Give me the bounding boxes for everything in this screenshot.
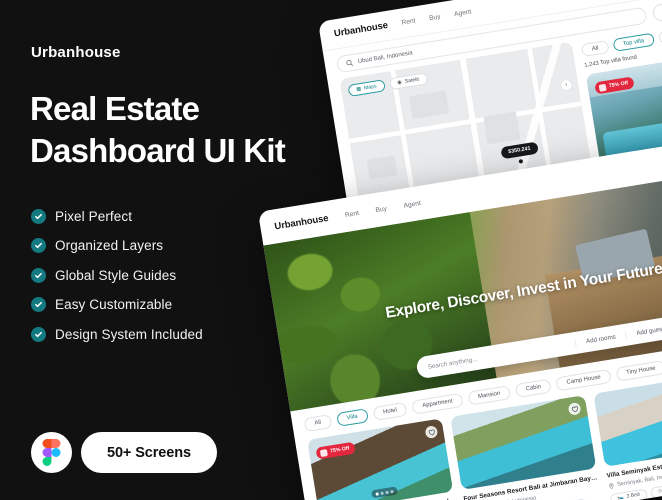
feature-label: Design System Included [55, 326, 203, 342]
feature-item: Organized Layers [31, 238, 203, 254]
figma-logo-button[interactable] [31, 432, 72, 473]
brand-logo: Urbanhouse [333, 19, 389, 40]
feature-label: Pixel Perfect [55, 209, 133, 224]
mockup-home-screen: Urbanhouse Rent Buy Agent Explore, Disco… [258, 139, 662, 500]
category-appartment[interactable]: Appartment [411, 392, 464, 415]
feature-item: Easy Customizable [31, 297, 203, 313]
guest-icon: ☺ [657, 487, 662, 495]
hero-add-guests[interactable]: Add guests [624, 323, 662, 339]
spec-beds: 🛌 3 Bed [609, 488, 648, 500]
headline-line-1: Real Estate [30, 90, 200, 127]
favorite-heart-icon[interactable] [424, 425, 439, 439]
result-tab-all[interactable]: All [580, 40, 610, 58]
photo-carousel-dots[interactable] [371, 486, 398, 499]
feature-label: Easy Customizable [55, 297, 173, 313]
feature-item: Pixel Perfect [31, 209, 203, 224]
hero-add-rooms[interactable]: Add rooms [574, 331, 627, 347]
nav-link-rent[interactable]: Rent [344, 209, 359, 218]
category-cabin[interactable]: Cabin [514, 378, 553, 398]
page-title: Real Estate Dashboard UI Kit [30, 88, 310, 172]
location-search-value: Ubud Bali, Indonesia [357, 49, 413, 65]
globe-icon: ◉ [396, 79, 403, 87]
nav-link-agent[interactable]: Agent [403, 199, 421, 209]
poster-left-panel: Urbanhouse Real Estate Dashboard UI Kit … [0, 0, 300, 500]
category-hotel[interactable]: Hotel [372, 401, 408, 422]
feature-list: Pixel Perfect Organized Layers Global St… [31, 209, 203, 356]
category-mansion[interactable]: Mansion [467, 385, 512, 406]
property-card[interactable]: Villa Seminyak Estate & Spa Seminyak, Ba… [593, 371, 662, 500]
result-tab-top-villa[interactable]: Top villa [612, 32, 655, 53]
check-circle-icon [31, 297, 46, 313]
tag-icon [598, 83, 607, 92]
discount-badge: 75% Off [315, 441, 357, 460]
map-icon: ▦ [355, 85, 362, 93]
feature-label: Organized Layers [55, 238, 164, 254]
favorite-heart-icon[interactable] [567, 402, 582, 416]
check-circle-icon [31, 209, 46, 224]
headline-line-2: Dashboard UI Kit [30, 132, 286, 170]
figma-icon [42, 439, 61, 466]
screens-count-badge: 50+ Screens [81, 432, 217, 473]
category-tiny-house[interactable]: Tiny House [615, 359, 662, 382]
location-pin-icon [608, 482, 615, 489]
check-circle-icon [31, 267, 46, 283]
nav-link-buy[interactable]: Buy [375, 205, 387, 214]
poster-canvas: Urbanhouse Rent Buy Agent Price ▾ Beds &… [0, 0, 662, 500]
search-icon [345, 59, 354, 67]
nav-link-agent[interactable]: Agent [454, 8, 472, 18]
category-all[interactable]: All [303, 414, 333, 433]
spec-guests: ☺6 Guest [649, 481, 662, 499]
bed-icon: 🛌 [616, 494, 625, 500]
poster-brand: Urbanhouse [31, 44, 121, 61]
footer-badges: 50+ Screens [31, 432, 217, 473]
category-villa[interactable]: Villa [335, 408, 369, 427]
category-camp-house[interactable]: Camp House [555, 368, 612, 392]
filter-for-sale[interactable]: For sale ▾ [651, 0, 662, 23]
feature-label: Global Style Guides [55, 267, 177, 283]
nav-link-rent[interactable]: Rent [401, 17, 416, 26]
tag-icon [319, 448, 328, 457]
check-circle-icon [31, 238, 46, 254]
feature-item: Global Style Guides [31, 267, 203, 283]
check-circle-icon [31, 326, 46, 342]
nav-link-buy[interactable]: Buy [429, 13, 441, 22]
feature-item: Design System Included [31, 326, 203, 342]
